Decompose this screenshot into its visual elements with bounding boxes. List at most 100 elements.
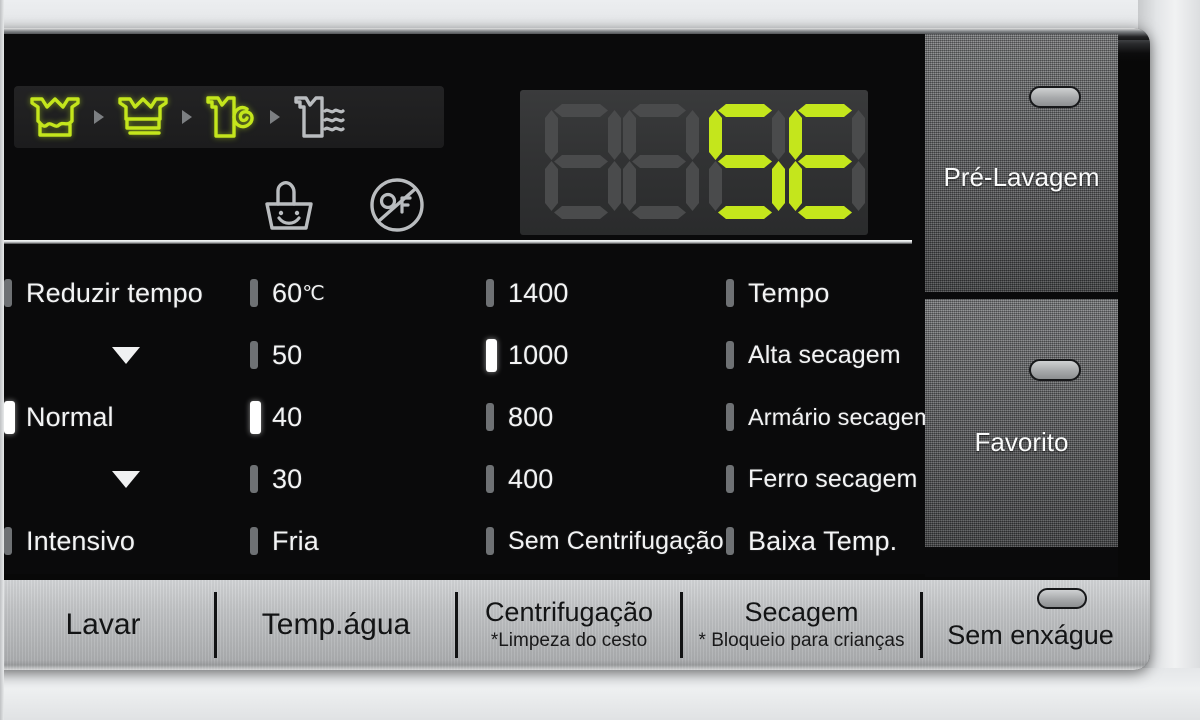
display-zone: Reduzir tempo Normal Intensivo 60℃ 50 40… [0,34,934,574]
chevron-down-icon [4,448,249,510]
drying-column: Tempo Alta secagem Armário secagem Ferro… [726,262,934,574]
rinse-garment-icon [112,94,174,140]
option-label: Alta secagem [748,340,901,369]
options-area: Reduzir tempo Normal Intensivo 60℃ 50 40… [0,262,934,574]
favorite-label: Favorito [974,427,1069,457]
option-dry-ferro[interactable]: Ferro secagem [726,448,932,510]
option-dry-baixa[interactable]: Baixa Temp. [726,510,932,572]
indicator-bar [486,403,494,431]
chevron-right-icon [174,110,200,124]
no-rinse-button[interactable]: Sem enxágue [923,580,1138,670]
chrome-divider [0,240,912,244]
indicator-bar [726,403,734,431]
indicator-bar-active [250,400,261,434]
water-temp-button[interactable]: Temp.água [217,580,455,670]
led-digit-1 [538,102,624,222]
option-label: 400 [508,463,554,494]
option-normal[interactable]: Normal [4,386,249,448]
indicator-bar-active [4,400,15,434]
option-spin-1000[interactable]: 1000 [486,324,724,386]
led-digit-4 [782,102,868,222]
no-rinse-led-indicator [1036,588,1087,609]
seg-f [545,110,558,160]
side-bottom-filler [925,547,1118,577]
seg-e [789,161,802,211]
side-button-divider [925,292,1118,299]
seg-b [852,110,865,160]
seg-f [709,110,722,160]
indicator-bar [486,465,494,493]
seg-c [852,161,865,211]
indicator-bar [726,341,734,369]
option-label: 1000 [508,339,569,370]
pre-wash-button[interactable]: Pré-Lavagem [925,34,1118,292]
option-spin-800[interactable]: 800 [486,386,724,448]
wash-garment-icon [24,94,86,140]
option-label: Reduzir tempo [26,277,203,308]
spin-button[interactable]: Centrifugação *Limpeza do cesto [458,580,680,670]
favorite-led-indicator [1029,359,1081,381]
cycle-progress-strip [14,86,444,148]
bottom-button-bar: Lavar Temp.água Centrifugação *Limpeza d… [0,580,1150,670]
indicator-bar [4,279,12,307]
seg-f [789,110,802,160]
seg-e [545,161,558,211]
option-label: Tempo [748,277,830,308]
washing-machine-control-panel: Reduzir tempo Normal Intensivo 60℃ 50 40… [0,0,1200,720]
indicator-bar [726,465,734,493]
option-temp-40[interactable]: 40 [250,386,478,448]
dry-button-label: Secagem [744,597,859,628]
no-rinse-button-label: Sem enxágue [947,620,1114,651]
wash-button-label: Lavar [65,607,141,641]
chevron-down-icon [4,324,249,386]
child-lock-icon [254,174,324,236]
seg-d [632,206,686,219]
option-temp-30[interactable]: 30 [250,448,478,510]
seg-g [798,155,852,168]
option-label: Ferro secagem [748,464,918,493]
indicator-bar [250,527,258,555]
seg-d [798,206,852,219]
dry-button[interactable]: Secagem * Bloqueio para crianças [683,580,920,670]
spin-button-sublabel: *Limpeza do cesto [490,629,648,651]
option-reduzir-tempo[interactable]: Reduzir tempo [4,262,249,324]
option-dry-armario[interactable]: Armário secagem [726,386,934,448]
chevron-right-icon [262,110,288,124]
indicator-bar [486,527,494,555]
option-label: 800 [508,401,554,432]
indicator-bar [4,527,12,555]
option-dry-alta[interactable]: Alta secagem [726,324,932,386]
seg-a [798,104,852,117]
option-temp-50[interactable]: 50 [250,324,478,386]
option-dry-tempo[interactable]: Tempo [726,262,932,324]
wash-button[interactable]: Lavar [0,580,214,670]
seg-c [686,161,699,211]
indicator-bar [486,279,494,307]
option-spin-none[interactable]: Sem Centrifugação [486,510,724,572]
option-intensivo[interactable]: Intensivo [4,510,249,572]
option-label: 50 [272,339,303,370]
option-label: Normal [26,401,114,432]
pre-wash-label: Pré-Lavagem [943,162,1100,192]
option-label: 40 [272,401,303,432]
favorite-button[interactable]: Favorito [925,299,1118,547]
indicator-bar [726,279,734,307]
indicator-bar [250,341,258,369]
chevron-right-icon [86,110,112,124]
option-label: Baixa Temp. [748,525,898,556]
appliance-bottom-edge [0,668,1200,720]
seg-g [718,155,772,168]
seg-a [632,104,686,117]
option-temp-fria[interactable]: Fria [250,510,478,572]
spin-button-label: Centrifugação [484,597,654,628]
seg-g [632,155,686,168]
pre-wash-led-indicator [1029,86,1081,108]
option-temp-60[interactable]: 60℃ [250,262,478,324]
no-wash-icon [364,174,430,236]
dry-button-sublabel: * Bloqueio para crianças [698,629,905,651]
console-bottom-highlight [0,660,1150,670]
option-spin-1400[interactable]: 1400 [486,262,724,324]
seg-e [623,161,636,211]
option-spin-400[interactable]: 400 [486,448,724,510]
option-label: 60℃ [272,277,325,308]
